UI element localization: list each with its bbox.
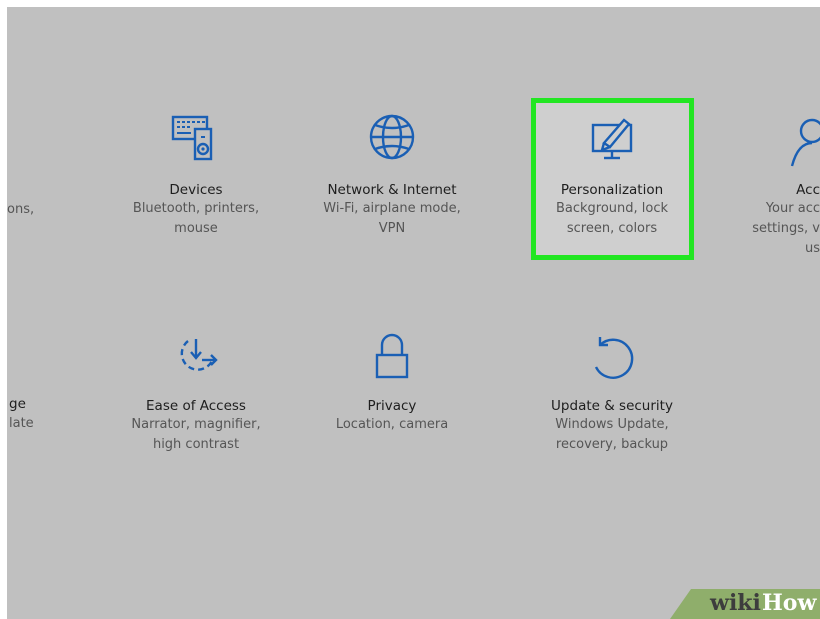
settings-tile-devices[interactable]: Devices Bluetooth, printers, mouse (96, 111, 296, 239)
devices-icon (171, 115, 213, 161)
globe-icon (369, 114, 415, 160)
devices-title: Devices (169, 182, 223, 198)
partial-tile-left-row2-desc: late (9, 416, 34, 431)
partial-tile-left-row2[interactable]: ge late (9, 394, 34, 434)
network-title: Network & Internet (327, 182, 457, 198)
watermark-how: How (762, 590, 817, 616)
update-icon (594, 337, 634, 379)
lock-icon (375, 333, 409, 379)
network-desc: Wi-Fi, airplane mode, VPN (323, 201, 461, 236)
settings-tile-privacy[interactable]: Privacy Location, camera (292, 327, 492, 435)
partial-tile-left-row1[interactable]: ons, (7, 200, 34, 220)
accounts-desc-line1: Your acc (765, 201, 820, 216)
personalization-desc: Background, lock screen, colors (555, 201, 669, 236)
settings-tile-accounts-partial[interactable]: Acc Your acc settings, v us (719, 111, 820, 259)
personalization-title: Personalization (560, 182, 664, 198)
settings-tile-update-security[interactable]: Update & security Windows Update, recove… (512, 327, 712, 455)
person-icon (790, 118, 820, 167)
privacy-title: Privacy (367, 398, 417, 414)
ease-of-access-desc: Narrator, magnifier, high contrast (131, 417, 261, 452)
settings-tile-personalization[interactable]: Personalization Background, lock screen,… (512, 111, 712, 239)
devices-desc: Bluetooth, printers, mouse (132, 201, 260, 236)
partial-tile-left-row1-desc: ons, (7, 202, 35, 217)
accounts-desc-line2: settings, v (752, 221, 820, 236)
settings-tile-ease-of-access[interactable]: Ease of Access Narrator, magnifier, high… (96, 327, 296, 455)
wikihow-watermark: wiki How (670, 589, 820, 619)
update-security-desc: Windows Update, recovery, backup (555, 417, 669, 452)
privacy-desc: Location, camera (335, 417, 449, 432)
partial-tile-left-row2-title: ge (9, 396, 26, 412)
accounts-title: Acc (796, 182, 820, 198)
settings-window: ons, Devices Bluetooth, printers, mouse (7, 7, 820, 619)
personalization-icon (591, 118, 633, 160)
ease-of-access-icon (180, 339, 218, 371)
update-security-title: Update & security (551, 398, 673, 414)
watermark-wiki: wiki (710, 590, 761, 616)
settings-tile-network[interactable]: Network & Internet Wi-Fi, airplane mode,… (292, 111, 492, 239)
ease-of-access-title: Ease of Access (146, 398, 246, 414)
accounts-desc-line3: us (804, 241, 820, 256)
